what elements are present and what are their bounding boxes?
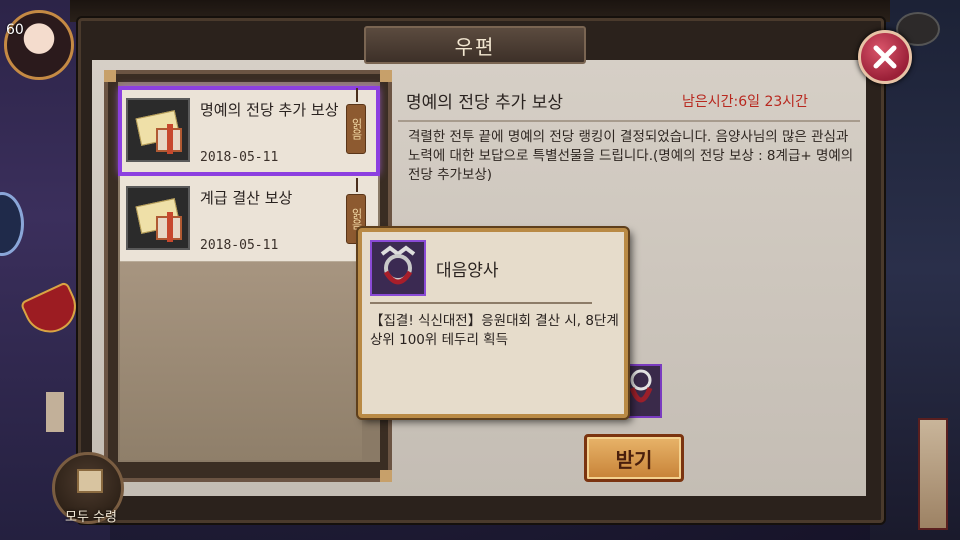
player-level: 60 xyxy=(6,22,24,38)
mail-gift-icon xyxy=(126,186,190,250)
tooltip-description: 【집결! 식신대전】응원대회 결산 시, 8단계 상위 100위 테두리 획득 xyxy=(370,313,619,348)
gift-box-icon xyxy=(156,212,182,242)
mail-item-title: 계급 결산 보상 xyxy=(200,189,293,207)
frame-glyph xyxy=(380,245,416,285)
scroll-pin-decoration xyxy=(46,392,64,432)
avatar-frame-icon xyxy=(370,240,426,296)
claim-all-label: 모두 수령 xyxy=(65,510,117,525)
detail-divider xyxy=(398,120,860,122)
mail-item-date: 2018-05-11 xyxy=(200,150,279,165)
mail-list-empty-space xyxy=(120,262,362,460)
item-tooltip: 대음양사 【집결! 식신대전】응원대회 결산 시, 8단계 상위 100위 테두… xyxy=(358,228,628,418)
frame-corner-ornament xyxy=(380,470,392,482)
close-button[interactable] xyxy=(858,30,912,84)
tooltip-item-name: 대음양사 xyxy=(436,261,499,281)
read-tag: 읽음 xyxy=(346,104,366,154)
gift-icon xyxy=(77,469,103,493)
tag-string xyxy=(356,178,358,192)
gift-box-icon xyxy=(156,124,182,154)
tooltip-divider xyxy=(370,302,592,304)
mail-item-date: 2018-05-11 xyxy=(200,238,279,253)
player-avatar[interactable] xyxy=(4,10,74,80)
frame-corner-ornament xyxy=(104,70,116,82)
frame-corner-ornament xyxy=(380,70,392,82)
mail-detail-title: 명예의 전당 추가 보상 xyxy=(406,93,563,113)
close-x-icon xyxy=(873,45,897,69)
time-remaining: 남은시간:6일 23시간 xyxy=(682,94,809,110)
window-title: 우편 xyxy=(454,34,496,59)
window-title-plate: 우편 xyxy=(364,26,586,64)
receive-button[interactable]: 받기 xyxy=(584,434,684,482)
receive-button-label: 받기 xyxy=(615,447,653,472)
mail-item[interactable]: 계급 결산 보상 2018-05-11 xyxy=(120,176,378,262)
mail-gift-icon xyxy=(126,98,190,162)
mail-item-selected[interactable]: 명예의 전당 추가 보상 2018-05-11 xyxy=(118,86,380,176)
scroll-decoration xyxy=(918,418,948,530)
tag-string xyxy=(356,88,358,102)
mail-item-title: 명예의 전당 추가 보상 xyxy=(200,101,339,119)
mail-detail-body: 격렬한 전투 끝에 명예의 전당 랭킹이 결정되었습니다. 음양사님의 많은 관… xyxy=(408,129,854,183)
